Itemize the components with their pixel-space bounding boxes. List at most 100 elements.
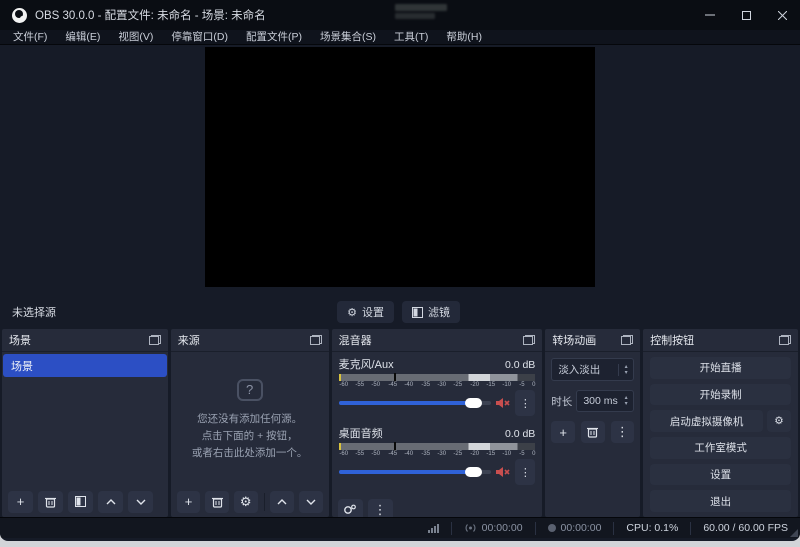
channel-options-button[interactable]: ⋮ xyxy=(515,390,535,416)
gear-icon: ⚙ xyxy=(347,306,357,319)
duration-spinbox[interactable]: 300 ms ▴▾ xyxy=(576,390,634,412)
stream-time: 00:00:00 xyxy=(451,522,535,535)
gear-icon: ⚙ xyxy=(774,415,783,427)
source-properties-button[interactable]: ⚙ xyxy=(234,491,258,513)
channel-level-db: 0.0 dB xyxy=(505,428,535,440)
minimize-icon xyxy=(705,10,715,20)
sources-list[interactable]: ? 您还没有添加任何源。 点击下面的 + 按钮， 或者右击此处添加一个。 xyxy=(171,352,329,486)
menu-docks[interactable]: 停靠窗口(D) xyxy=(162,30,237,45)
mixer-options-button[interactable]: ⋮ xyxy=(368,499,393,518)
sources-dock-header[interactable]: 来源 xyxy=(171,329,329,352)
cpu-usage: CPU: 0.1% xyxy=(613,522,690,535)
move-source-up-button[interactable] xyxy=(270,491,294,513)
scenes-dock-header[interactable]: 场景 xyxy=(2,329,168,352)
minimize-button[interactable] xyxy=(692,0,728,30)
start-recording-button[interactable]: 开始录制 xyxy=(650,384,791,406)
menu-tools[interactable]: 工具(T) xyxy=(385,30,437,45)
volume-slider[interactable] xyxy=(339,470,492,474)
sources-dock-title: 来源 xyxy=(178,332,200,348)
toolbar-separator xyxy=(264,493,265,511)
sources-empty-line: 点击下面的 + 按钮， xyxy=(202,429,298,443)
chevron-up-icon xyxy=(277,499,287,505)
advanced-audio-button[interactable] xyxy=(338,499,363,518)
channel-name: 桌面音频 xyxy=(339,425,383,441)
speaker-muted-icon xyxy=(496,397,510,409)
virtual-camera-settings-button[interactable]: ⚙ xyxy=(767,410,791,432)
ghost-question-icon: ? xyxy=(237,379,263,401)
fps-counter: 60.00 / 60.00 FPS xyxy=(690,522,800,535)
trash-icon xyxy=(45,496,56,508)
scenes-dock: 场景 场景 + xyxy=(2,329,168,517)
exit-button[interactable]: 退出 xyxy=(650,490,791,512)
move-source-down-button[interactable] xyxy=(299,491,323,513)
transition-select[interactable]: 淡入淡出 ▴▾ xyxy=(551,358,634,381)
mixer-channel-desktop: 桌面音频 0.0 dB -60-55-50-45-40-35-30-25-20-… xyxy=(339,425,536,485)
chevron-down-icon xyxy=(136,499,146,505)
maximize-button[interactable] xyxy=(728,0,764,30)
menu-edit[interactable]: 编辑(E) xyxy=(56,30,109,45)
remove-scene-button[interactable] xyxy=(38,491,63,513)
volume-slider[interactable] xyxy=(339,401,492,405)
menu-scene-collection[interactable]: 场景集合(S) xyxy=(311,30,385,45)
remove-source-button[interactable] xyxy=(205,491,229,513)
popout-icon[interactable] xyxy=(621,335,633,345)
mixer-channel-mic: 麦克风/Aux 0.0 dB -60-55-50-45-40-35-30-25-… xyxy=(339,356,536,416)
duration-value: 300 ms xyxy=(577,395,619,407)
menu-help[interactable]: 帮助(H) xyxy=(437,30,491,45)
mute-button[interactable] xyxy=(496,397,510,409)
controls-dock: 控制按钮 开始直播 开始录制 启动虚拟摄像机 ⚙ 工作室模式 设置 退出 xyxy=(643,329,798,517)
channel-level-db: 0.0 dB xyxy=(505,359,535,371)
chevron-down-icon xyxy=(306,499,316,505)
no-source-selected-label: 未选择源 xyxy=(12,304,56,320)
volume-meter xyxy=(339,374,536,381)
close-button[interactable] xyxy=(764,0,800,30)
popout-icon[interactable] xyxy=(310,335,322,345)
transition-properties-button[interactable]: ⋮ xyxy=(611,421,635,443)
scene-filters-button[interactable] xyxy=(68,491,93,513)
chevron-up-icon xyxy=(106,499,116,505)
add-source-button[interactable]: + xyxy=(177,491,201,513)
move-scene-down-button[interactable] xyxy=(128,491,153,513)
speaker-muted-icon xyxy=(496,466,510,478)
sources-empty-line: 或者右击此处添加一个。 xyxy=(192,446,308,460)
mute-button[interactable] xyxy=(496,466,510,478)
trash-icon xyxy=(587,426,598,438)
transition-selected-value: 淡入淡出 xyxy=(552,362,618,377)
source-properties-button[interactable]: ⚙ 设置 xyxy=(337,301,394,323)
add-scene-button[interactable]: + xyxy=(8,491,33,513)
source-context-toolbar: 未选择源 ⚙ 设置 滤镜 xyxy=(0,297,800,327)
volume-slider-handle[interactable] xyxy=(465,398,482,408)
popout-icon[interactable] xyxy=(149,335,161,345)
sources-toolbar: + ⚙ xyxy=(171,486,329,517)
start-virtual-camera-button[interactable]: 启动虚拟摄像机 xyxy=(650,410,763,432)
popout-icon[interactable] xyxy=(779,335,791,345)
menu-profile[interactable]: 配置文件(P) xyxy=(237,30,311,45)
transitions-dock-title: 转场动画 xyxy=(552,332,596,348)
record-dot-icon xyxy=(548,524,556,532)
obs-window: OBS 30.0.0 - 配置文件: 未命名 - 场景: 未命名 文件(F) 编… xyxy=(0,0,800,541)
popout-icon[interactable] xyxy=(523,335,535,345)
move-scene-up-button[interactable] xyxy=(98,491,123,513)
volume-slider-handle[interactable] xyxy=(465,467,482,477)
spinner-arrows-icon[interactable]: ▴▾ xyxy=(619,395,633,407)
controls-dock-header[interactable]: 控制按钮 xyxy=(643,329,798,352)
source-filters-button[interactable]: 滤镜 xyxy=(402,301,460,323)
studio-mode-button[interactable]: 工作室模式 xyxy=(650,437,791,459)
menu-file[interactable]: 文件(F) xyxy=(4,30,56,45)
window-title: OBS 30.0.0 - 配置文件: 未命名 - 场景: 未命名 xyxy=(35,7,266,23)
mixer-dock-header[interactable]: 混音器 xyxy=(332,329,543,352)
meter-ticks: -60-55-50-45-40-35-30-25-20-15-10-50 xyxy=(339,381,536,389)
preview-canvas[interactable] xyxy=(205,47,595,287)
obs-logo-icon xyxy=(12,8,27,23)
menu-view[interactable]: 视图(V) xyxy=(109,30,162,45)
add-transition-button[interactable]: + xyxy=(551,421,575,443)
volume-slider-fill xyxy=(339,470,473,474)
start-streaming-button[interactable]: 开始直播 xyxy=(650,357,791,379)
source-filters-label: 滤镜 xyxy=(428,304,450,320)
transitions-dock-header[interactable]: 转场动画 xyxy=(545,329,640,352)
sources-dock: 来源 ? 您还没有添加任何源。 点击下面的 + 按钮， 或者右击此处添加一个。 … xyxy=(171,329,329,517)
scene-list-item-selected[interactable]: 场景 xyxy=(3,354,167,377)
channel-options-button[interactable]: ⋮ xyxy=(515,459,535,485)
remove-transition-button[interactable] xyxy=(581,421,605,443)
settings-button[interactable]: 设置 xyxy=(650,464,791,486)
